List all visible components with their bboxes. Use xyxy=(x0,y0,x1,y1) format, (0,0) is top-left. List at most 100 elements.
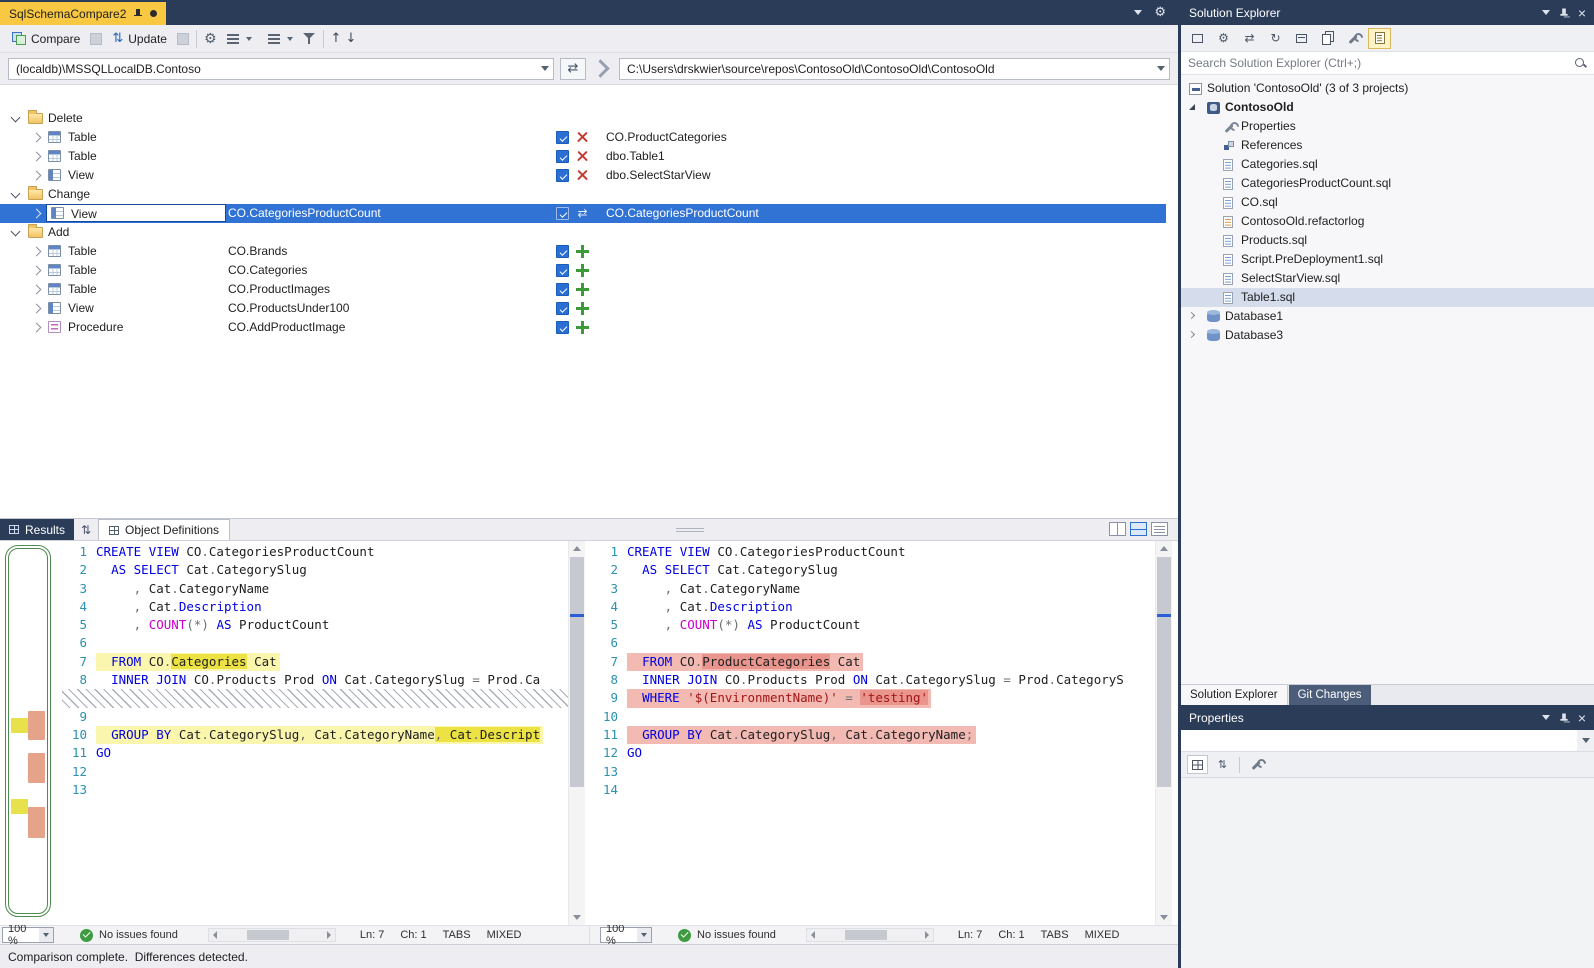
source-connection-combo[interactable]: (localdb)\MSSQLLocalDB.Contoso xyxy=(8,58,554,80)
compare-row[interactable]: ViewCO.ProductsUnder100 xyxy=(0,299,1166,318)
alphabetical-sort-icon[interactable]: ⇅ xyxy=(1212,755,1233,774)
scrollbar-thumb[interactable] xyxy=(845,930,887,940)
expander-icon[interactable] xyxy=(32,285,42,295)
scrollbar-thumb[interactable] xyxy=(247,930,289,940)
next-difference-icon[interactable]: ↓ xyxy=(345,31,356,46)
include-checkbox[interactable] xyxy=(556,207,569,220)
tree-item-table1-sql[interactable]: Table1.sql xyxy=(1181,288,1594,307)
tree-item-properties[interactable]: Properties xyxy=(1181,117,1594,136)
solution-search-input[interactable]: Search Solution Explorer (Ctrl+;) xyxy=(1181,52,1594,75)
scroll-left-icon[interactable] xyxy=(209,929,221,941)
preview-selected-items-icon[interactable] xyxy=(1368,28,1391,49)
compare-row[interactable]: TableCO.ProductCategories xyxy=(0,128,1166,147)
panel-tab-git-changes[interactable]: Git Changes xyxy=(1289,685,1371,705)
include-checkbox[interactable] xyxy=(556,283,569,296)
scroll-right-icon[interactable] xyxy=(921,929,933,941)
categorized-view-icon[interactable] xyxy=(1187,755,1208,774)
tree-item-database1[interactable]: Database1 xyxy=(1181,307,1594,326)
type-cell-editor[interactable]: View xyxy=(46,204,226,222)
expander-icon[interactable] xyxy=(32,323,42,333)
include-checkbox[interactable] xyxy=(556,321,569,334)
source-zoom-combo[interactable]: 100 % xyxy=(2,927,54,943)
previous-difference-icon[interactable]: ↑ xyxy=(331,31,342,46)
expander-icon[interactable] xyxy=(32,171,42,181)
zoom-dropdown-icon[interactable] xyxy=(637,928,651,942)
compare-row[interactable]: Viewdbo.SelectStarView xyxy=(0,166,1166,185)
inline-layout-icon[interactable] xyxy=(1151,522,1168,536)
include-checkbox[interactable] xyxy=(556,245,569,258)
compare-row[interactable]: Tabledbo.Table1 xyxy=(0,147,1166,166)
property-pages-wrench-icon[interactable] xyxy=(1246,755,1267,774)
expander-icon[interactable] xyxy=(32,266,42,276)
tree-expander-icon[interactable] xyxy=(1188,312,1195,319)
expander-icon[interactable] xyxy=(32,247,42,257)
scroll-down-icon[interactable] xyxy=(1156,910,1172,925)
pane-splitter[interactable] xyxy=(585,541,593,925)
group-results-dropdown[interactable] xyxy=(221,32,258,46)
compare-row[interactable]: ViewCO.CategoriesProductCount⇄CO.Categor… xyxy=(0,204,1166,223)
tree-item-contosoold[interactable]: ContosoOld xyxy=(1181,98,1594,117)
compare-row[interactable]: TableCO.Categories xyxy=(0,261,1166,280)
close-icon[interactable]: × xyxy=(1578,711,1586,725)
group-row-delete[interactable]: Delete xyxy=(0,109,1166,128)
expander-icon[interactable] xyxy=(11,113,21,123)
tree-item-script-predeployment1-sql[interactable]: Script.PreDeployment1.sql xyxy=(1181,250,1594,269)
source-vertical-scrollbar[interactable] xyxy=(568,541,585,925)
vertical-split-layout-icon[interactable] xyxy=(1109,522,1126,536)
refresh-icon[interactable]: ↻ xyxy=(1264,28,1287,49)
compare-row[interactable]: ProcedureCO.AddProductImage xyxy=(0,318,1166,337)
show-all-files-icon[interactable] xyxy=(1316,28,1339,49)
expander-icon[interactable] xyxy=(32,133,42,143)
include-checkbox[interactable] xyxy=(556,169,569,182)
tree-item-selectstarview-sql[interactable]: SelectStarView.sql xyxy=(1181,269,1594,288)
tree-item-co-sql[interactable]: CO.sql xyxy=(1181,193,1594,212)
include-checkbox[interactable] xyxy=(556,264,569,277)
scroll-right-icon[interactable] xyxy=(323,929,335,941)
pin-icon[interactable] xyxy=(133,8,143,20)
switch-direction-button[interactable]: ⇄ xyxy=(560,58,586,80)
sync-with-active-document-icon[interactable]: ⇄ xyxy=(1238,28,1261,49)
switch-views-icon[interactable] xyxy=(1186,28,1209,49)
target-connection-combo[interactable]: C:\Users\drskwier\source\repos\ContosoOl… xyxy=(619,58,1170,80)
panel-tab-solution-explorer[interactable]: Solution Explorer xyxy=(1181,685,1288,705)
tree-item-categories-sql[interactable]: Categories.sql xyxy=(1181,155,1594,174)
scrollbar-thumb[interactable] xyxy=(1157,557,1171,787)
zoom-dropdown-icon[interactable] xyxy=(39,928,53,942)
target-horizontal-scrollbar[interactable] xyxy=(806,928,934,942)
close-icon[interactable]: × xyxy=(1578,6,1586,20)
source-combo-dropdown[interactable] xyxy=(536,59,553,79)
diff-overview-map[interactable] xyxy=(0,541,62,925)
compare-options-gear-icon[interactable]: ⚙ xyxy=(204,32,217,46)
tree-item-products-sql[interactable]: Products.sql xyxy=(1181,231,1594,250)
compare-button[interactable]: Compare xyxy=(6,30,86,48)
compare-row[interactable]: TableCO.ProductImages xyxy=(0,280,1166,299)
splitter-grip[interactable] xyxy=(676,526,704,534)
expander-icon[interactable] xyxy=(32,304,42,314)
pin-icon[interactable] xyxy=(1559,712,1569,724)
target-vertical-scrollbar[interactable] xyxy=(1155,541,1172,925)
expander-icon[interactable] xyxy=(11,189,21,199)
properties-object-combo[interactable] xyxy=(1181,730,1594,752)
definitions-sort-icon[interactable]: ⇅ xyxy=(74,519,98,540)
scope-settings-gear-icon[interactable]: ⚙ xyxy=(1212,28,1235,49)
scroll-up-icon[interactable] xyxy=(1156,541,1172,556)
scroll-up-icon[interactable] xyxy=(569,541,585,556)
collapse-all-icon[interactable] xyxy=(1290,28,1313,49)
tree-item-references[interactable]: References xyxy=(1181,136,1594,155)
scroll-down-icon[interactable] xyxy=(569,910,585,925)
compare-row[interactable]: TableCO.Brands xyxy=(0,242,1166,261)
group-row-add[interactable]: Add xyxy=(0,223,1166,242)
update-button[interactable]: ⇅ Update xyxy=(106,30,173,48)
properties-wrench-icon[interactable] xyxy=(1342,28,1365,49)
expander-icon[interactable] xyxy=(32,152,42,162)
combo-dropdown-icon[interactable] xyxy=(1577,730,1594,751)
include-checkbox[interactable] xyxy=(556,131,569,144)
tree-item-database3[interactable]: Database3 xyxy=(1181,326,1594,345)
window-menu-chevron-icon[interactable] xyxy=(1542,10,1550,15)
tree-item-contosoold-refactorlog[interactable]: ContosoOld.refactorlog xyxy=(1181,212,1594,231)
search-icon[interactable] xyxy=(1574,57,1587,70)
tree-item-solution-contosoold-3-of-3-projects[interactable]: Solution 'ContosoOld' (3 of 3 projects) xyxy=(1181,79,1594,98)
tree-item-categoriesproductcount-sql[interactable]: CategoriesProductCount.sql xyxy=(1181,174,1594,193)
horizontal-split-layout-icon[interactable] xyxy=(1130,522,1147,536)
tree-expander-icon[interactable] xyxy=(1189,104,1195,110)
